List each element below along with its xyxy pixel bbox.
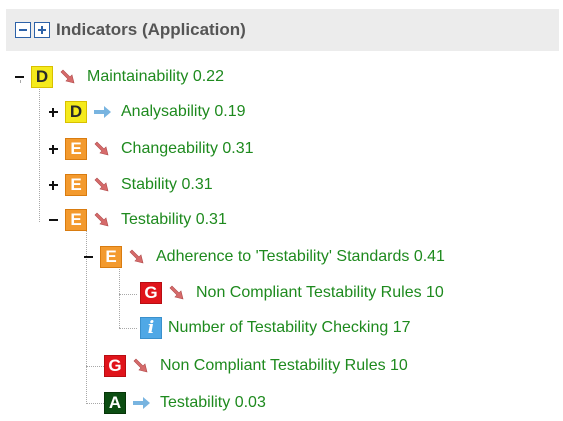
tree-node[interactable]: D Maintainability 0.22 <box>14 64 224 90</box>
collapse-node-icon[interactable] <box>83 252 94 263</box>
collapse-node-icon[interactable] <box>48 215 59 226</box>
trend-down-icon <box>93 141 113 157</box>
tree-node[interactable]: E Testability 0.31 <box>48 207 227 233</box>
info-badge-icon: i <box>140 317 162 339</box>
tree-node-label[interactable]: Changeability 0.31 <box>121 140 254 158</box>
tree-connector <box>86 403 104 404</box>
expand-all-icon[interactable] <box>34 22 50 38</box>
tree-connector <box>119 328 137 329</box>
tree-connector <box>39 84 40 222</box>
indicators-tree-panel: Indicators (Application) D Maintainabilit… <box>0 0 563 421</box>
tree-node-label[interactable]: Number of Testability Checking 17 <box>168 319 411 337</box>
tree-header: Indicators (Application) <box>6 9 559 51</box>
grade-badge: A <box>104 392 126 414</box>
tree-node[interactable]: G Non Compliant Testability Rules 10 <box>140 280 444 306</box>
grade-badge: D <box>65 101 87 123</box>
grade-badge: E <box>65 174 87 196</box>
tree-node[interactable]: D Analysability 0.19 <box>48 99 246 125</box>
trend-down-icon <box>132 358 152 374</box>
trend-down-icon <box>128 249 148 265</box>
tree-connector <box>86 366 104 367</box>
trend-down-icon <box>93 212 113 228</box>
expand-node-icon[interactable] <box>48 107 59 118</box>
grade-badge: E <box>100 246 122 268</box>
trend-down-icon <box>93 177 113 193</box>
grade-badge: D <box>31 66 53 88</box>
expand-node-icon[interactable] <box>48 144 59 155</box>
tree-node-label[interactable]: Stability 0.31 <box>121 176 213 194</box>
grade-badge: E <box>65 209 87 231</box>
tree-connector <box>119 266 120 328</box>
tree-node-label[interactable]: Non Compliant Testability Rules 10 <box>196 284 444 302</box>
tree-connector <box>119 294 137 295</box>
tree-node[interactable]: i Number of Testability Checking 17 <box>140 315 411 341</box>
grade-badge: E <box>65 138 87 160</box>
trend-down-icon <box>59 69 79 85</box>
grade-badge: G <box>140 282 162 304</box>
tree-node-label[interactable]: Analysability 0.19 <box>121 103 246 121</box>
trend-down-icon <box>168 285 188 301</box>
tree-node[interactable]: E Adherence to 'Testability' Standards 0.… <box>83 244 445 270</box>
tree-node-label[interactable]: Non Compliant Testability Rules 10 <box>160 357 408 375</box>
grade-badge: G <box>104 355 126 377</box>
tree-node-label[interactable]: Testability 0.03 <box>160 394 266 412</box>
expand-node-icon[interactable] <box>48 180 59 191</box>
tree-node-label[interactable]: Adherence to 'Testability' Standards 0.4… <box>156 248 445 266</box>
tree-node-label[interactable]: Maintainability 0.22 <box>87 68 224 86</box>
tree-node[interactable]: E Stability 0.31 <box>48 172 213 198</box>
tree-node[interactable]: E Changeability 0.31 <box>48 136 254 162</box>
trend-right-icon <box>93 104 113 120</box>
trend-right-icon <box>132 395 152 411</box>
tree-title: Indicators (Application) <box>56 20 246 39</box>
tree-node[interactable]: G Non Compliant Testability Rules 10 <box>104 353 408 379</box>
collapse-all-icon[interactable] <box>15 22 31 38</box>
collapse-node-icon[interactable] <box>14 72 25 83</box>
tree-node-label[interactable]: Testability 0.31 <box>121 211 227 229</box>
tree-node[interactable]: A Testability 0.03 <box>104 390 266 416</box>
